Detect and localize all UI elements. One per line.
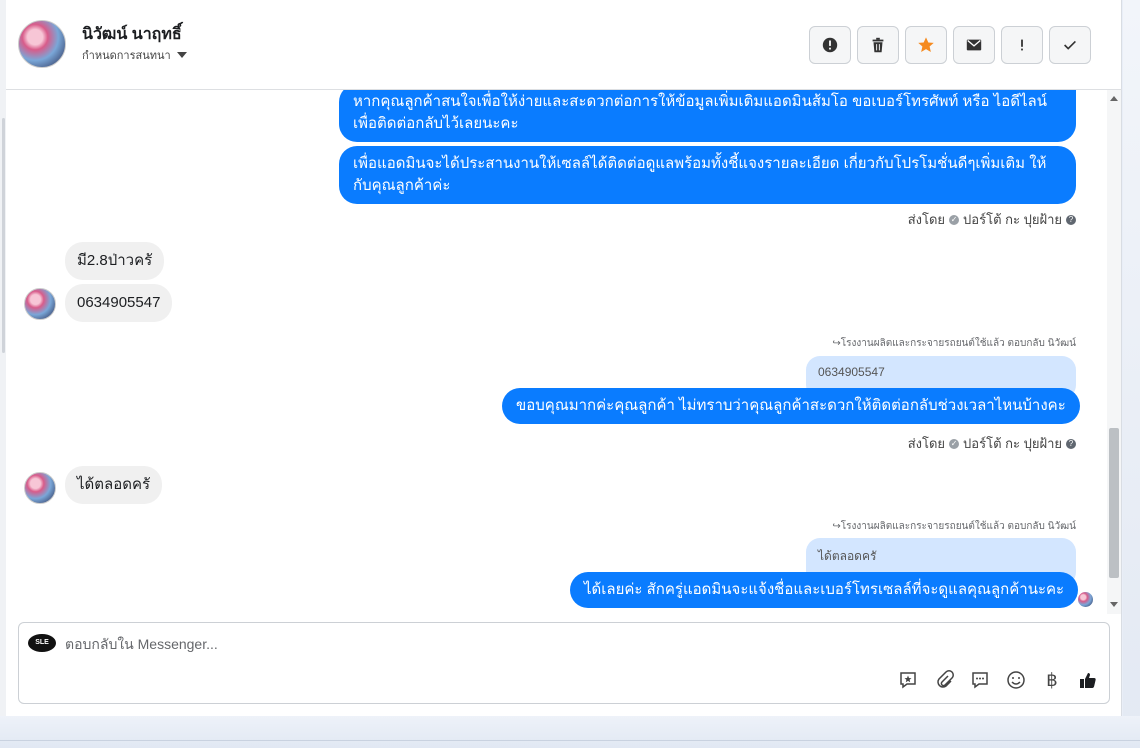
caret-down-icon — [176, 52, 187, 58]
verified-icon: ✓ — [949, 438, 960, 449]
header-actions — [809, 26, 1091, 64]
verified-icon: ✓ — [949, 214, 960, 225]
reply-arrow-icon: ↪ — [832, 521, 841, 532]
reply-note-text: โรงงานผลิตและกระจายรถยนต์ใช้แล้ว ตอบกลับ… — [840, 338, 1076, 349]
like-button[interactable] — [1077, 669, 1099, 691]
sender-name: ปอร์โต้ กะ ปุยฝ้าย — [963, 436, 1062, 451]
scroll-thumb[interactable] — [1109, 428, 1119, 578]
reply-arrow-icon: ↪ — [832, 338, 841, 349]
sent-by-label: ส่งโดย ✓ ปอร์โต้ กะ ปุยฝ้าย ? — [908, 209, 1076, 230]
conversation-header: นิวัฒน์ นาฤทธิ์ กำหนดการสนทนา — [6, 0, 1122, 90]
alert-circle-icon — [822, 37, 838, 53]
incoming-message[interactable]: 0634905547 — [65, 284, 173, 322]
sent-by-text: ส่งโดย — [907, 212, 946, 227]
bottom-background — [0, 716, 1140, 748]
reply-input[interactable] — [65, 633, 665, 655]
reply-note-text: โรงงานผลิตและกระจายรถยนต์ใช้แล้ว ตอบกลับ… — [840, 521, 1076, 532]
mark-unread-button[interactable] — [953, 26, 995, 64]
assign-conversation-dropdown[interactable]: กำหนดการสนทนา — [82, 46, 187, 64]
bottom-divider — [0, 740, 1140, 741]
incoming-message[interactable]: มี2.8ป่าวครั — [65, 242, 165, 280]
outgoing-message[interactable]: หากคุณลูกค้าสนใจเพื่อให้ง่ายและสะดวกต่อก… — [339, 90, 1076, 142]
saved-reply-icon — [900, 672, 916, 689]
star-button[interactable] — [905, 26, 947, 64]
scroll-down-arrow[interactable] — [1110, 602, 1118, 607]
quick-reply-icon — [972, 672, 988, 689]
saved-reply-button[interactable] — [897, 669, 919, 691]
spam-button[interactable] — [809, 26, 851, 64]
exclamation-icon — [1021, 39, 1023, 51]
envelope-icon — [966, 39, 982, 51]
payment-button[interactable]: ฿ — [1041, 669, 1063, 691]
incoming-message[interactable]: ได้ตลอดครั — [65, 466, 163, 504]
reply-composer: SLE ฿ — [18, 622, 1110, 704]
help-icon[interactable]: ? — [1066, 438, 1076, 449]
emoji-button[interactable] — [1005, 669, 1027, 691]
attach-button[interactable] — [933, 669, 955, 691]
checkmark-icon — [1064, 40, 1076, 50]
contact-avatar-small[interactable] — [24, 472, 56, 504]
sent-by-text: ส่งโดย — [907, 436, 946, 451]
reply-note: ↪โรงงานผลิตและกระจายรถยนต์ใช้แล้ว ตอบกลั… — [832, 336, 1076, 351]
quick-reply-button[interactable] — [969, 669, 991, 691]
assign-label: กำหนดการสนทนา — [82, 50, 171, 62]
done-button[interactable] — [1049, 26, 1091, 64]
left-scroll-thumb[interactable] — [2, 118, 5, 353]
reply-note: ↪โรงงานผลิตและกระจายรถยนต์ใช้แล้ว ตอบกลั… — [832, 519, 1076, 534]
outgoing-message[interactable]: เพื่อแอดมินจะได้ประสานงานให้เซลล์ได้ติดต… — [339, 146, 1076, 204]
star-icon — [918, 37, 934, 53]
contact-avatar-small[interactable] — [24, 288, 56, 320]
attach-icon — [937, 670, 954, 688]
message-thread[interactable]: หากคุณลูกค้าสนใจเพื่อให้ง่ายและสะดวกต่อก… — [6, 90, 1122, 614]
outgoing-message[interactable]: ขอบคุณมากค่ะคุณลูกค้า ไม่ทราบว่าคุณลูกค้… — [502, 388, 1080, 424]
important-button[interactable] — [1001, 26, 1043, 64]
delete-button[interactable] — [857, 26, 899, 64]
contact-avatar[interactable] — [18, 20, 66, 68]
trash-icon — [872, 37, 884, 53]
contact-name[interactable]: นิวัฒน์ นาฤทธิ์ — [82, 22, 182, 47]
message-scrollbar[interactable] — [1107, 90, 1121, 614]
sent-by-label: ส่งโดย ✓ ปอร์โต้ กะ ปุยฝ้าย ? — [908, 433, 1076, 454]
composer-tools: ฿ — [897, 669, 1099, 691]
emoji-icon — [1007, 671, 1025, 689]
page-logo: SLE — [28, 634, 56, 652]
right-background — [1123, 0, 1140, 748]
like-icon — [1080, 673, 1096, 688]
sender-name: ปอร์โต้ กะ ปุยฝ้าย — [963, 212, 1062, 227]
baht-icon: ฿ — [1046, 669, 1058, 690]
conversation-panel: นิวัฒน์ นาฤทธิ์ กำหนดการสนทนา หากคุณลูกค… — [6, 0, 1122, 716]
scroll-up-arrow[interactable] — [1110, 96, 1118, 101]
seen-avatar — [1078, 592, 1093, 607]
help-icon[interactable]: ? — [1066, 214, 1076, 225]
outgoing-message[interactable]: ได้เลยค่ะ สักครู่แอดมินจะแจ้งชื่อและเบอร… — [570, 572, 1079, 608]
